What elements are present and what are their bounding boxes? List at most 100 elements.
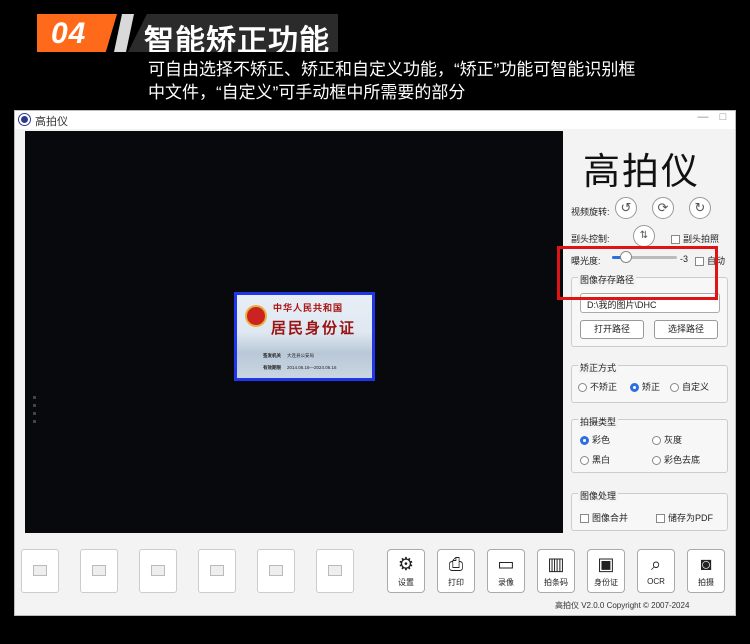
sub-camera-shoot-label: 副头拍照	[683, 234, 720, 244]
thumbnail-slot[interactable]	[80, 549, 118, 593]
promo-banner: 04 智能矫正功能 可自由选择不矫正、矫正和自定义功能，“矫正”功能可智能识别框…	[0, 0, 750, 110]
correction-label-auto: 矫正	[642, 382, 661, 392]
rotate-reset-icon[interactable]: ⟳	[652, 197, 674, 219]
step-badge: 04	[37, 14, 117, 52]
app-window: 高拍仪 — □ 中华人民共和国 居民身份证 签发机关 大连县公安局 有效期限 201…	[14, 110, 736, 616]
gear-icon: ⚙	[397, 554, 415, 574]
control-panel: 高拍仪 视频旋转: ↺ ⟳ ↻ 副头控制: ⇅ 副头拍照 曝光度: -3 自动 …	[567, 131, 731, 541]
thumbnail-slot[interactable]	[198, 549, 236, 593]
video-rotate-label: 视频旋转:	[571, 207, 610, 217]
thumbnail-slot[interactable]	[316, 549, 354, 593]
idcard-button[interactable]: ▣ 身份证	[587, 549, 625, 593]
correction-radio-custom[interactable]	[670, 383, 679, 393]
description-line-2: 中文件，“自定义”可手动框中所需要的部分	[148, 83, 466, 102]
shoot-type-title: 拍摄类型	[578, 415, 619, 429]
video-camera-icon: ▭	[497, 554, 515, 574]
shoot-type-radio-color-nobg[interactable]	[652, 456, 661, 466]
shoot-type-radio-gray[interactable]	[652, 436, 661, 446]
description-line-1: 可自由选择不矫正、矫正和自定义功能，“矫正”功能可智能识别框	[148, 60, 636, 79]
save-pdf-checkbox[interactable]	[656, 514, 665, 524]
merge-option[interactable]: 图像合并	[580, 511, 628, 524]
copyright-footer: 高拍仪 V2.0.0 Copyright © 2007-2024	[555, 601, 690, 610]
shoot-type-group: 拍摄类型 彩色 灰度 黑白 彩色去底	[571, 415, 728, 473]
rotate-right-icon[interactable]: ↻	[689, 197, 711, 219]
validity-label: 有效期限	[263, 365, 281, 370]
correction-radio-none[interactable]	[578, 383, 587, 393]
authority-label: 签发机关	[263, 353, 281, 358]
print-label: 打印	[448, 578, 464, 587]
camera-control-label: 副头控制:	[571, 234, 610, 244]
app-logo-icon	[19, 114, 30, 125]
thumbnail-slot[interactable]	[257, 549, 295, 593]
correction-highlight-box	[557, 246, 718, 300]
feature-title: 智能矫正功能	[144, 25, 330, 58]
image-placeholder-icon	[269, 565, 283, 576]
preview-edge-dots	[33, 396, 36, 428]
barcode-icon: ▥	[547, 554, 565, 574]
barcode-button[interactable]: ▥ 拍条码	[537, 549, 575, 593]
merge-checkbox[interactable]	[580, 514, 589, 524]
shoot-type-label-color-nobg: 彩色去底	[664, 455, 701, 465]
sub-camera-shoot-option[interactable]: 副头拍照	[671, 232, 719, 245]
window-titlebar: 高拍仪 — □	[15, 111, 735, 129]
feature-description: 可自由选择不矫正、矫正和自定义功能，“矫正”功能可智能识别框 中文件，“自定义”…	[148, 58, 728, 104]
open-path-button[interactable]: 打开路径	[580, 320, 644, 339]
rotate-left-icon[interactable]: ↺	[615, 197, 637, 219]
correction-label-custom: 自定义	[682, 382, 710, 392]
id-card-icon: ▣	[597, 554, 615, 574]
choose-path-button[interactable]: 选择路径	[654, 320, 718, 339]
thumbnail-slot[interactable]	[21, 549, 59, 593]
settings-button[interactable]: ⚙ 设置	[387, 549, 425, 593]
capture-button[interactable]: ◙ 拍摄	[687, 549, 725, 593]
correction-option-custom[interactable]: 自定义	[670, 380, 709, 393]
shoot-type-radio-color[interactable]	[580, 436, 589, 446]
save-pdf-option[interactable]: 储存为PDF	[656, 511, 713, 524]
shoot-type-color-nobg[interactable]: 彩色去底	[652, 453, 700, 466]
idcard-validity: 有效期限 2014.06.16—2024.06.16	[263, 365, 337, 371]
image-placeholder-icon	[328, 565, 342, 576]
record-button[interactable]: ▭ 录像	[487, 549, 525, 593]
shoot-type-gray[interactable]: 灰度	[652, 433, 682, 446]
ocr-button[interactable]: ⌕ OCR	[637, 549, 675, 593]
shoot-type-color[interactable]: 彩色	[580, 433, 610, 446]
correction-label-none: 不矫正	[590, 382, 618, 392]
national-emblem-icon	[245, 305, 267, 327]
camera-switch-icon[interactable]: ⇅	[633, 225, 655, 247]
image-placeholder-icon	[210, 565, 224, 576]
maximize-button[interactable]: □	[715, 111, 731, 127]
ocr-magnifier-icon: ⌕	[650, 554, 662, 574]
printer-icon: ⎙	[448, 554, 464, 574]
correction-radio-auto[interactable]	[630, 383, 639, 393]
thumbnail-slot[interactable]	[139, 549, 177, 593]
merge-label: 图像合并	[592, 513, 629, 523]
print-button[interactable]: ⎙ 打印	[437, 549, 475, 593]
correction-title: 矫正方式	[578, 361, 619, 375]
image-placeholder-icon	[33, 565, 47, 576]
authority-value: 大连县公安局	[287, 353, 314, 358]
idcard-authority: 签发机关 大连县公安局	[263, 353, 314, 359]
camera-preview[interactable]: 中华人民共和国 居民身份证 签发机关 大连县公安局 有效期限 2014.06.16—…	[25, 131, 563, 533]
window-title: 高拍仪	[35, 116, 68, 128]
correction-option-auto[interactable]: 矫正	[630, 380, 660, 393]
camera-icon: ◙	[700, 554, 712, 574]
shoot-type-label-gray: 灰度	[664, 435, 683, 445]
detected-id-card: 中华人民共和国 居民身份证 签发机关 大连县公安局 有效期限 2014.06.16—…	[234, 292, 375, 381]
save-pdf-label: 储存为PDF	[668, 513, 714, 523]
image-process-title: 图像处理	[578, 489, 619, 503]
shoot-type-label-bw: 黑白	[592, 455, 611, 465]
image-placeholder-icon	[151, 565, 165, 576]
image-placeholder-icon	[92, 565, 106, 576]
shoot-type-radio-bw[interactable]	[580, 456, 589, 466]
sub-camera-checkbox[interactable]	[671, 235, 680, 245]
minimize-button[interactable]: —	[695, 111, 711, 127]
correction-option-none[interactable]: 不矫正	[578, 380, 617, 393]
idcard-title: 居民身份证	[271, 319, 357, 337]
app-big-title: 高拍仪	[583, 150, 700, 193]
capture-label: 拍摄	[698, 578, 714, 587]
record-label: 录像	[498, 578, 514, 587]
idcard-country: 中华人民共和国	[273, 303, 344, 313]
ocr-label: OCR	[647, 577, 665, 586]
shoot-type-bw[interactable]: 黑白	[580, 453, 610, 466]
step-number: 04	[51, 17, 87, 50]
feature-title-bar: 智能矫正功能	[128, 14, 338, 52]
